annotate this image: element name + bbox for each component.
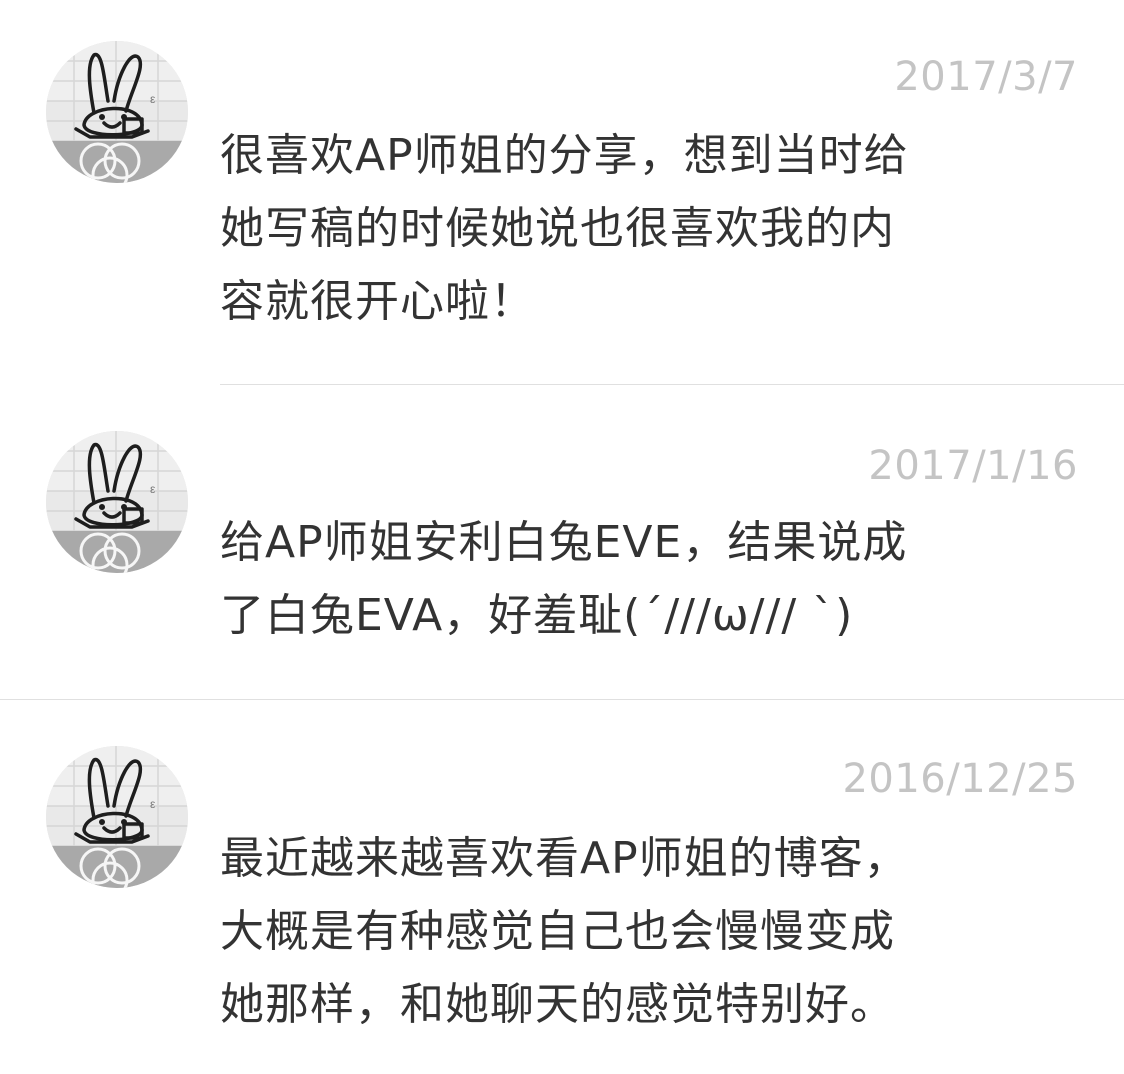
comment-text-line: 大概是有种感觉自己也会慢慢变成 (220, 906, 895, 957)
comment-text-line: 她写稿的时候她说也很喜欢我的内 (220, 203, 895, 254)
comment-date: 2016/12/25 (842, 756, 1078, 802)
comment-text: 最近越来越喜欢看AP师姐的博客， 大概是有种感觉自己也会慢慢变成 她那样，和她聊… (220, 822, 1080, 1041)
comment-date: 2017/1/16 (868, 443, 1078, 489)
avatar[interactable] (46, 41, 188, 183)
comment-text: 很喜欢AP师姐的分享，想到当时给 她写稿的时候她说也很喜欢我的内 容就很开心啦！ (220, 119, 1080, 338)
comment-text-line: 最近越来越喜欢看AP师姐的博客， (220, 833, 909, 884)
comment-text-line: 给AP师姐安利白兔EVE，结果说成 (220, 517, 908, 568)
bunny-avatar-icon (46, 746, 188, 888)
comment-text-line: 她那样，和她聊天的感觉特别好。 (220, 979, 895, 1030)
comment-list: 2017/3/7 很喜欢AP师姐的分享，想到当时给 她写稿的时候她说也很喜欢我的… (0, 0, 1124, 1074)
comment-item: 2017/1/16 给AP师姐安利白兔EVE，结果说成 了白兔EVA，好羞耻(´… (0, 385, 1124, 699)
bunny-avatar-icon (46, 431, 188, 573)
comment-item: 2016/12/25 最近越来越喜欢看AP师姐的博客， 大概是有种感觉自己也会慢… (0, 700, 1124, 1074)
comment-text-line: 很喜欢AP师姐的分享，想到当时给 (220, 130, 909, 181)
comment-text: 给AP师姐安利白兔EVE，结果说成 了白兔EVA，好羞耻(´///ω/// `) (220, 506, 1080, 652)
comment-text-line: 了白兔EVA，好羞耻(´///ω/// `) (220, 590, 854, 641)
avatar[interactable] (46, 746, 188, 888)
avatar[interactable] (46, 431, 188, 573)
comment-item: 2017/3/7 很喜欢AP师姐的分享，想到当时给 她写稿的时候她说也很喜欢我的… (0, 0, 1124, 384)
bunny-avatar-icon (46, 41, 188, 183)
comment-text-line: 容就很开心啦！ (220, 276, 535, 327)
comment-date: 2017/3/7 (894, 54, 1078, 100)
